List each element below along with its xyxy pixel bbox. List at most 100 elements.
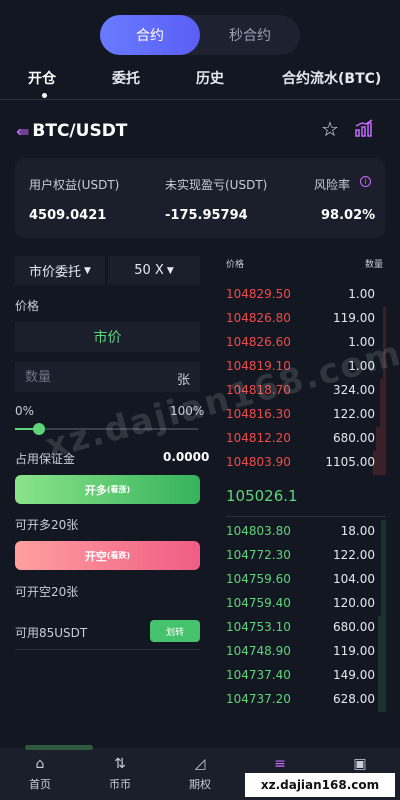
bid-depth-bar [378,640,386,664]
bid-depth-bar [381,544,386,568]
pair-selector[interactable]: ⇚ BTC/USDT [16,118,127,144]
list-menu-icon[interactable]: ⇚ [16,122,29,141]
nav-options[interactable]: ◿ 期权 [170,756,230,792]
quantity-input[interactable] [25,367,165,387]
bid-row[interactable]: 104759.60 104.00 [226,568,386,592]
bid-depth-bar [378,616,386,640]
bid-depth-bar [381,520,386,544]
tab-open-position[interactable]: 开仓 [28,68,56,88]
bid-qty: 628.00 [333,692,375,706]
ask-qty: 680.00 [333,431,375,445]
ask-depth-bar [380,403,386,427]
price-label: 价格 [15,299,40,313]
unrealized-pnl-label: 未实现盈亏(USDT) [165,178,268,192]
open-long-label: 开多 [84,483,107,497]
bid-price: 104748.90 [226,644,291,658]
bid-price: 104759.60 [226,572,291,586]
open-short-hint: (看跌) [106,551,131,560]
long-available: 可开多20张 [15,518,79,532]
ask-price: 104812.20 [226,431,291,445]
ask-depth-bar [376,427,386,451]
nav-home-label: 首页 [29,778,51,791]
nav-home[interactable]: ⌂ 首页 [10,756,70,792]
equity-label: 用户权益(USDT) [29,178,120,192]
risk-rate-value: 98.02% [321,208,376,223]
leverage-value: 50 X [134,263,164,278]
ask-depth-bar [383,307,386,331]
mode-switch: 合约 秒合约 [100,15,300,55]
bid-row[interactable]: 104737.20 628.00 [226,688,386,712]
bid-qty: 680.00 [333,620,375,634]
account-summary-card: 用户权益(USDT) 未实现盈亏(USDT) 风险率 i 4509.0421 -… [15,158,385,238]
bid-qty: 120.00 [333,596,375,610]
bid-qty: 18.00 [340,524,375,538]
ask-row[interactable]: 104826.80 119.00 [226,307,386,331]
quantity-field[interactable]: 张 [15,362,200,392]
leverage-select[interactable]: 50 X ▼ [108,256,200,285]
order-type-value: 市价委托 [29,265,82,280]
chart-icon[interactable] [354,118,374,138]
bid-row[interactable]: 104803.80 18.00 [226,520,386,544]
bid-price: 104803.80 [226,524,291,538]
tab-orders[interactable]: 委托 [112,68,140,88]
tab-contract-flow[interactable]: 合约流水(BTC) [282,68,381,88]
options-icon: ◿ [194,756,206,772]
star-icon[interactable]: ☆ [321,117,339,141]
open-short-button[interactable]: 开空 (看跌) [15,541,200,570]
bid-depth-bar [381,568,386,592]
bid-qty: 122.00 [333,548,375,562]
margin-value: 0.0000 [163,450,210,464]
info-icon[interactable]: i [360,176,371,187]
bid-price: 104753.10 [226,620,291,634]
bid-price: 104759.40 [226,596,291,610]
bid-row[interactable]: 104748.90 119.00 [226,640,386,664]
bid-qty: 104.00 [333,572,375,586]
bid-depth-bar [381,592,386,616]
nav-spot[interactable]: ⇅ 币币 [90,756,150,792]
ask-row[interactable]: 104829.50 1.00 [226,283,386,307]
orderbook-divider [226,516,386,517]
open-short-label: 开空 [84,549,107,563]
short-available: 可开空20张 [15,585,79,599]
available-balance: 可用85USDT [15,626,88,640]
caret-down-icon: ▼ [166,265,174,276]
bid-price: 104737.20 [226,692,291,706]
bid-row[interactable]: 104737.40 149.00 [226,664,386,688]
risk-rate-label: 风险率 [314,178,351,192]
bid-row[interactable]: 104753.10 680.00 [226,616,386,640]
order-type-select[interactable]: 市价委托 ▼ [15,256,105,285]
nav-spot-label: 币币 [109,778,131,791]
slider-min-label: 0% [15,404,35,418]
orderbook-qty-header: 数量 [365,260,384,270]
active-tab-indicator [42,93,47,98]
ask-depth-bar [380,379,386,403]
open-long-button[interactable]: 开多 (看涨) [15,475,200,504]
bid-depth-bar [378,688,386,712]
ask-row[interactable]: 104812.20 680.00 [226,427,386,451]
ask-qty: 1.00 [348,287,375,301]
ask-price: 104826.60 [226,335,291,349]
contract-icon: ≡ [274,756,286,772]
ask-qty: 119.00 [333,311,375,325]
open-long-hint: (看涨) [106,485,131,494]
price-value: 市价 [93,330,122,346]
nav-options-label: 期权 [189,778,211,791]
last-price: 105026.1 [226,487,298,505]
sub-tabs: 开仓 委托 历史 合约流水(BTC) [0,66,400,100]
ask-price: 104803.90 [226,455,291,469]
tab-history[interactable]: 历史 [196,68,224,88]
bid-row[interactable]: 104759.40 120.00 [226,592,386,616]
mode-tab-contract[interactable]: 合约 [100,15,200,55]
ask-qty: 122.00 [333,407,375,421]
mode-tab-second-contract[interactable]: 秒合约 [200,15,300,55]
orderbook-price-header: 价格 [226,260,245,270]
transfer-button[interactable]: 划转 [150,620,200,642]
ask-row[interactable]: 104803.90 1105.00 [226,451,386,475]
bid-row[interactable]: 104772.30 122.00 [226,544,386,568]
ask-qty: 1105.00 [325,455,375,469]
bid-qty: 149.00 [333,668,375,682]
watermark-badge: xz.dajian168.com [245,773,395,797]
price-field[interactable]: 市价 [15,322,200,352]
equity-value: 4509.0421 [29,208,107,223]
wallet-icon: ▣ [353,756,367,772]
